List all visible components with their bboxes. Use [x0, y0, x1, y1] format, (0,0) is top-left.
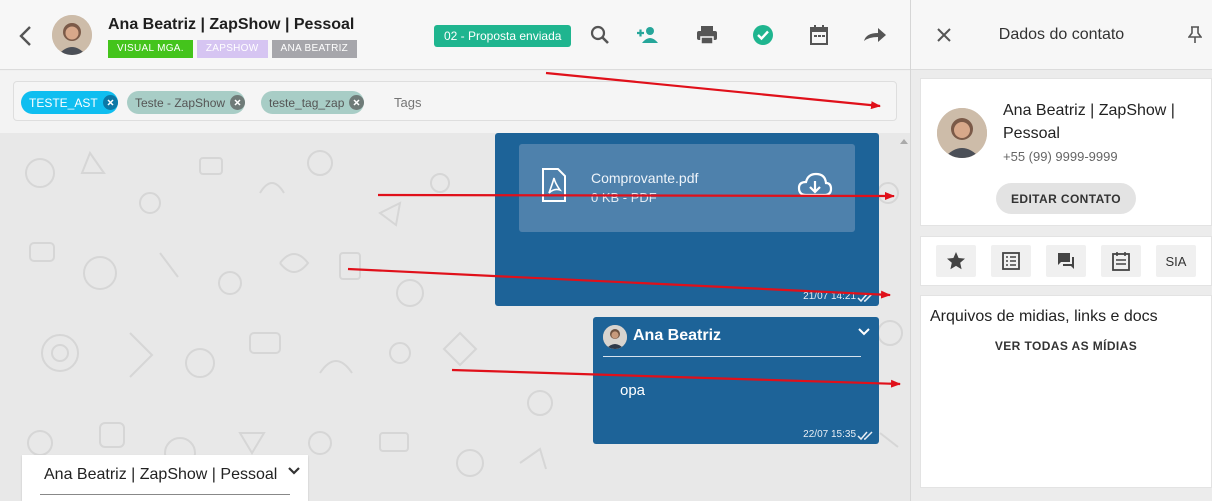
contact-full-name: Ana Beatriz | ZapShow | Pessoal — [1003, 102, 1175, 142]
media-section-title: Arquivos de midias, links e docs — [930, 308, 1158, 325]
cloud-download-icon[interactable] — [797, 171, 833, 201]
tags-input[interactable] — [394, 91, 594, 114]
calendar-icon[interactable] — [806, 22, 832, 48]
star-icon[interactable] — [936, 245, 976, 277]
message-bubble-file[interactable]: Comprovante.pdf 0 KB - PDF 21/07 14:21 — [495, 133, 879, 306]
sia-button[interactable]: SIA — [1156, 245, 1196, 277]
pdf-file-icon — [542, 168, 566, 202]
tag-chip[interactable]: Teste - ZapShow — [127, 91, 246, 114]
file-attachment[interactable]: Comprovante.pdf 0 KB - PDF — [519, 144, 855, 232]
calendar-icon[interactable] — [1101, 245, 1141, 277]
avatar[interactable] — [937, 108, 987, 158]
tags-area: TESTE_AST Teste - ZapShow teste_tag_zap — [0, 71, 910, 133]
remove-tag-icon[interactable] — [230, 95, 246, 110]
media-card: Arquivos de midias, links e docs VER TOD… — [920, 295, 1212, 488]
contact-card: Ana Beatriz | ZapShow | Pessoal +55 (99)… — [920, 78, 1212, 226]
remove-tag-icon[interactable] — [102, 95, 118, 110]
contact-phone: +55 (99) 9999-9999 — [1003, 149, 1118, 164]
list-icon[interactable] — [991, 245, 1031, 277]
tag-chip-label: Teste - ZapShow — [135, 95, 226, 110]
scroll-up-arrow-icon[interactable] — [899, 137, 909, 145]
tag-chip-label: TESTE_AST — [29, 95, 98, 110]
file-name: Comprovante.pdf — [591, 170, 699, 186]
chevron-down-icon[interactable] — [857, 325, 871, 339]
panel-title: Dados do contato — [998, 26, 1125, 43]
contact-details-panel: Dados do contato Ana Beatriz | ZapShow |… — [910, 0, 1212, 501]
view-all-media-link[interactable]: VER TODAS AS MÍDIAS — [921, 339, 1211, 353]
forward-icon[interactable] — [862, 22, 888, 48]
divider — [40, 494, 290, 495]
remove-tag-icon[interactable] — [349, 95, 365, 110]
divider — [603, 356, 861, 357]
message-time: 21/07 14:21 — [803, 291, 856, 302]
contact-preview-card[interactable]: Ana Beatriz | ZapShow | Pessoal — [22, 455, 308, 501]
tag-chip-label: teste_tag_zap — [269, 95, 345, 110]
check-circle-icon[interactable] — [750, 22, 776, 48]
double-check-icon — [857, 431, 873, 441]
panel-header: Dados do contato — [911, 0, 1212, 70]
preview-contact-name: Ana Beatriz | ZapShow | Pessoal — [44, 466, 278, 483]
avatar[interactable] — [52, 15, 92, 55]
search-icon[interactable] — [587, 22, 613, 48]
header-tags: VISUAL MGA. ZAPSHOW ANA BEATRIZ — [108, 40, 358, 58]
message-text: opa — [620, 382, 646, 399]
file-meta: 0 KB - PDF — [591, 190, 657, 205]
tag-chip[interactable]: TESTE_AST — [21, 91, 118, 114]
edit-contact-button[interactable]: EDITAR CONTATO — [996, 183, 1136, 214]
sender-avatar — [603, 325, 627, 349]
header-tag[interactable]: ANA BEATRIZ — [271, 40, 358, 58]
tags-field[interactable]: TESTE_AST Teste - ZapShow teste_tag_zap — [13, 81, 897, 121]
sender-name: Ana Beatriz — [633, 327, 722, 344]
tag-chip[interactable]: teste_tag_zap — [261, 91, 365, 114]
pin-icon[interactable] — [1184, 24, 1206, 46]
stage-badge[interactable]: 02 - Proposta enviada — [434, 25, 572, 47]
chat-body[interactable]: Comprovante.pdf 0 KB - PDF 21/07 14:21 A… — [0, 133, 910, 501]
add-group-icon[interactable] — [635, 22, 661, 48]
message-bubble-text[interactable]: Ana Beatriz opa 22/07 15:35 — [593, 317, 879, 444]
contact-name[interactable]: Ana Beatriz | ZapShow | Pessoal — [108, 16, 354, 34]
chevron-down-icon[interactable] — [287, 464, 301, 478]
chat-header: Ana Beatriz | ZapShow | Pessoal VISUAL M… — [0, 0, 910, 70]
double-check-icon — [857, 293, 873, 303]
print-icon[interactable] — [694, 22, 720, 48]
header-tag[interactable]: VISUAL MGA. — [108, 40, 193, 58]
message-time: 22/07 15:35 — [803, 429, 856, 440]
chat-icon[interactable] — [1046, 245, 1086, 277]
panel-toolbar: SIA — [920, 236, 1212, 286]
back-arrow-icon[interactable] — [14, 22, 36, 50]
header-tag[interactable]: ZAPSHOW — [196, 40, 268, 58]
